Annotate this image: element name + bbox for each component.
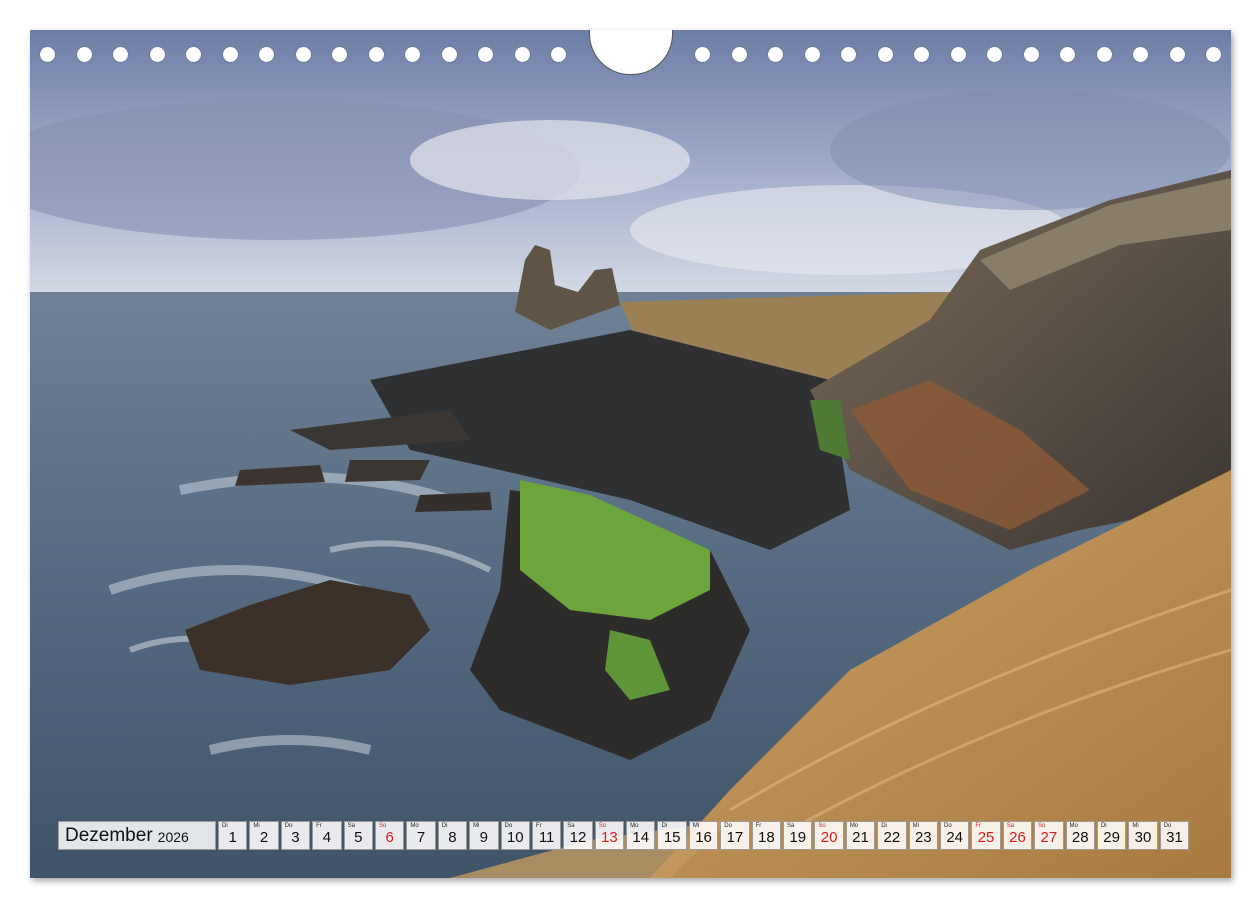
day-cell: Sa 26 <box>1002 821 1033 850</box>
binding-holes <box>30 30 1231 80</box>
binding-hole <box>113 47 128 62</box>
day-number: 21 <box>852 829 869 846</box>
day-cell: Mo 7 <box>406 821 436 850</box>
month-year: 2026 <box>157 829 189 845</box>
binding-hole <box>804 47 820 62</box>
day-cell: So 6 <box>374 821 405 850</box>
day-number: 18 <box>757 829 775 846</box>
day-number: 28 <box>1071 829 1089 846</box>
day-cell: Di 1 <box>218 821 248 850</box>
day-cell: Sa 19 <box>783 821 813 850</box>
binding-hole <box>186 47 201 62</box>
day-cell: So 20 <box>814 821 844 850</box>
day-number: 1 <box>228 829 237 846</box>
day-number: 7 <box>416 829 426 846</box>
binding-hole <box>1096 47 1112 62</box>
binding-hole <box>514 47 530 62</box>
binding-hole <box>368 47 384 62</box>
binding-hole <box>1169 47 1185 62</box>
hanger-cutout <box>589 30 673 75</box>
day-number: 31 <box>1166 829 1183 846</box>
day-cell: Mi 30 <box>1128 821 1158 850</box>
day-cell: Mo 21 <box>845 821 876 850</box>
day-number: 23 <box>914 829 932 846</box>
day-number: 8 <box>448 829 457 846</box>
day-number: 10 <box>506 829 524 846</box>
binding-hole <box>914 47 929 62</box>
day-number: 4 <box>322 829 332 846</box>
day-cell: Mi 16 <box>688 821 719 850</box>
day-number: 30 <box>1134 829 1152 846</box>
day-cell: Do 17 <box>720 821 750 850</box>
binding-hole <box>877 47 893 62</box>
binding-hole <box>1023 47 1039 62</box>
day-cell: So 13 <box>594 821 625 850</box>
month-label: Dezember 2026 <box>58 821 216 850</box>
day-cell: Mi 23 <box>908 821 938 850</box>
month-name: Dezember <box>65 824 153 846</box>
binding-hole <box>295 47 311 62</box>
binding-hole <box>149 47 165 62</box>
binding-hole <box>76 47 92 62</box>
binding-hole <box>1206 47 1221 62</box>
binding-hole <box>405 47 420 62</box>
day-cell: Sa 12 <box>563 821 593 850</box>
day-number: 16 <box>695 829 712 846</box>
calendar-strip: Dezember 2026 Di 1 Mi 2 Do 3 Fr 4 Sa 5 So 6 Mo 7 Di 8 Mi… <box>58 821 1190 850</box>
day-number: 14 <box>632 829 650 846</box>
day-number: 27 <box>1040 829 1058 846</box>
binding-hole <box>987 47 1002 62</box>
day-cell: Fr 18 <box>751 821 782 850</box>
day-number: 22 <box>883 829 901 846</box>
day-number: 25 <box>977 829 995 846</box>
day-number: 3 <box>291 829 300 846</box>
binding-hole <box>478 47 493 62</box>
day-number: 11 <box>538 829 555 846</box>
day-cell: Di 22 <box>877 821 907 850</box>
day-cell: Mi 9 <box>469 821 499 850</box>
binding-hole <box>441 47 457 62</box>
day-number: 29 <box>1103 829 1120 846</box>
day-number: 13 <box>601 829 618 846</box>
day-cell: So 27 <box>1034 821 1064 850</box>
binding-hole <box>259 47 274 62</box>
binding-hole <box>40 47 55 62</box>
day-number: 15 <box>663 829 681 846</box>
day-number: 20 <box>820 829 838 846</box>
day-number: 26 <box>1009 829 1026 846</box>
day-number: 12 <box>569 829 587 846</box>
day-cell: Fr 4 <box>312 821 342 850</box>
binding-hole <box>551 47 566 62</box>
day-cell: Fr 25 <box>971 821 1001 850</box>
binding-hole <box>222 47 238 62</box>
day-cell: Do 31 <box>1159 821 1190 850</box>
day-number: 24 <box>946 829 964 846</box>
day-cell: Di 29 <box>1096 821 1127 850</box>
binding-hole <box>731 47 747 62</box>
day-cell: Fr 11 <box>531 821 562 850</box>
binding-hole <box>950 47 966 62</box>
day-cell: Di 15 <box>657 821 687 850</box>
day-number: 5 <box>354 829 363 846</box>
day-number: 19 <box>789 829 807 846</box>
binding-hole <box>332 47 347 62</box>
day-number: 17 <box>726 829 744 846</box>
binding-hole <box>695 47 710 62</box>
day-cell: Do 3 <box>280 821 311 850</box>
day-cell: Sa 5 <box>343 821 373 850</box>
day-cell: Mi 2 <box>249 821 279 850</box>
day-number: 9 <box>479 829 488 846</box>
binding-hole <box>768 47 783 62</box>
day-cell: Do 24 <box>939 821 970 850</box>
landscape-photo <box>30 30 1231 878</box>
day-cell: Mo 28 <box>1065 821 1095 850</box>
day-number: 2 <box>259 829 269 846</box>
day-number: 6 <box>385 829 394 846</box>
day-cell: Mo 14 <box>626 821 656 850</box>
binding-hole <box>841 47 856 62</box>
day-cell: Do 10 <box>500 821 530 850</box>
day-cell: Di 8 <box>437 821 468 850</box>
binding-hole <box>1060 47 1075 62</box>
binding-hole <box>1133 47 1148 62</box>
